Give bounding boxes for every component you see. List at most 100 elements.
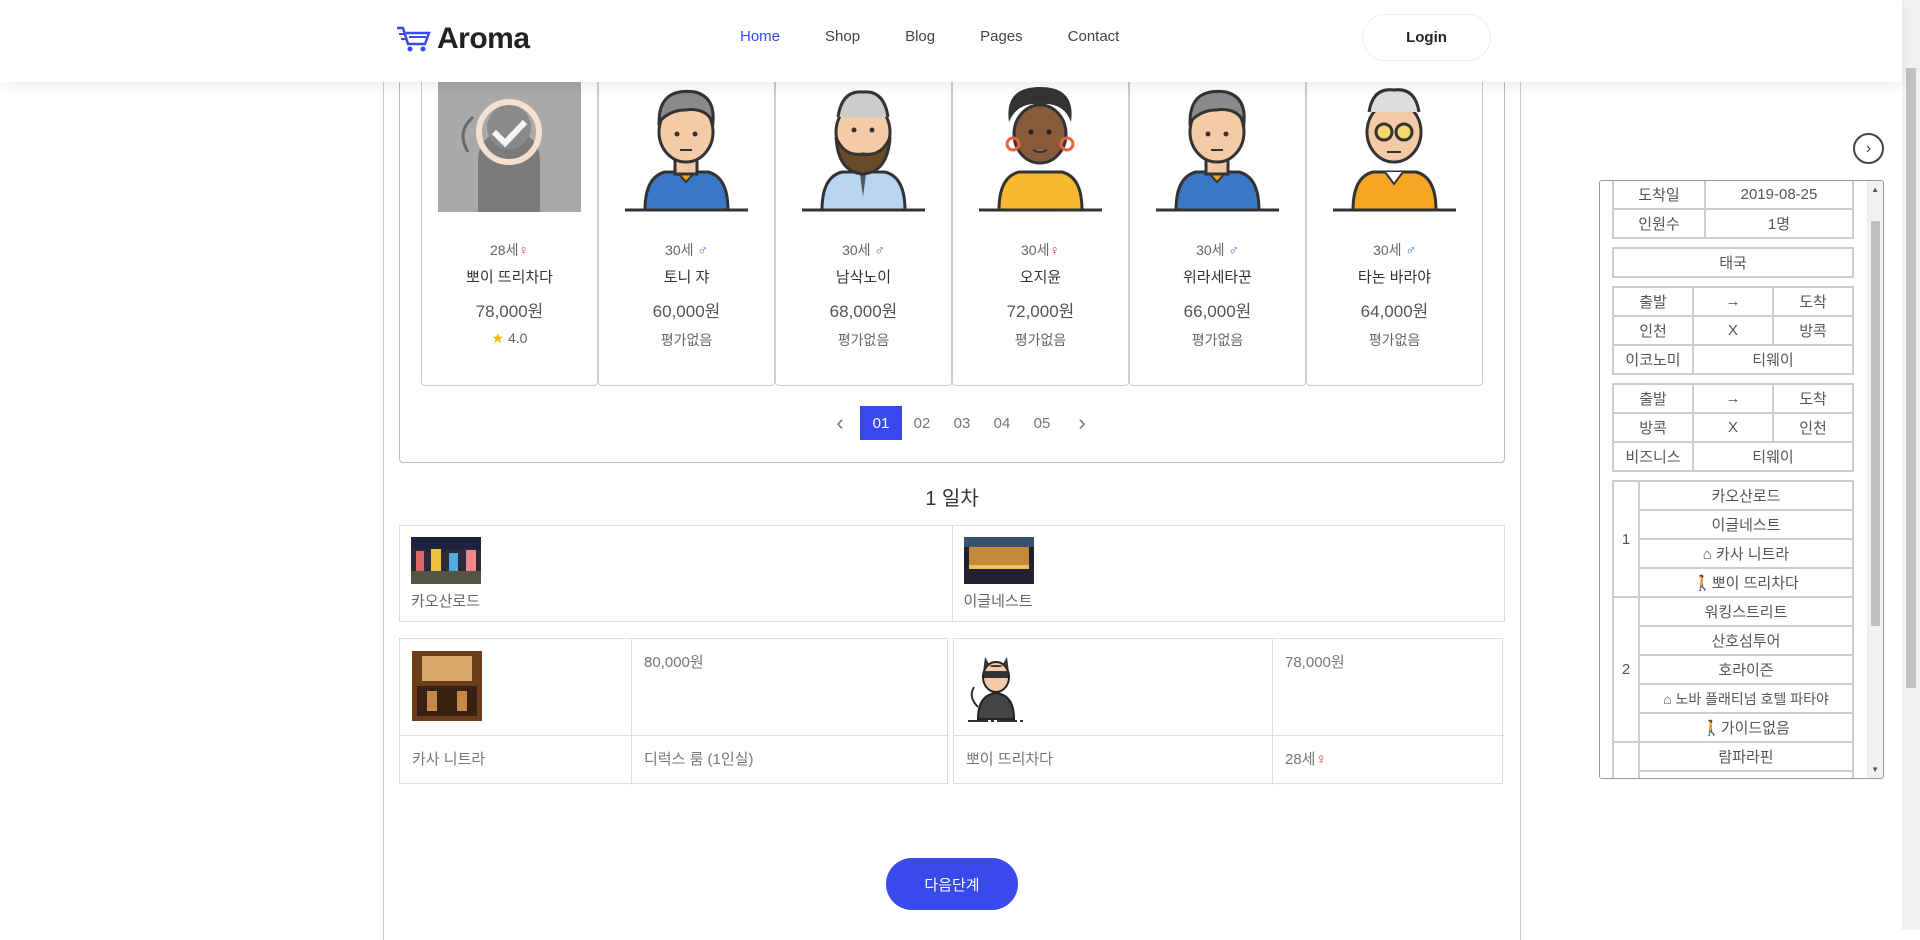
guide-booking-age: 28세♀ [1285, 751, 1327, 768]
guide-name: 토니 쟈 [663, 269, 710, 286]
place-item[interactable]: 이글네스트 [953, 526, 1505, 621]
guide-age: 30세♀ [1021, 242, 1060, 258]
itinerary-hotel: ⌂ 노바 플래티넘 호텔 파타야 [1638, 683, 1854, 714]
female-icon: ♀ [1049, 242, 1060, 258]
guide-avatar [1323, 82, 1466, 212]
nav-contact[interactable]: Contact [1068, 28, 1120, 45]
guide-card[interactable]: 28세♀ 뽀이 뜨리차다 78,000원 ★ 4.0 [421, 60, 598, 386]
guide-card[interactable]: 30세 ♂ 토니 쟈 60,000원 평가없음 [598, 60, 775, 386]
walking-icon: 🚶 [1702, 720, 1721, 737]
guide-avatar [615, 82, 758, 212]
trip-summary-content: 도착일 2019-08-25 인원수 1명 태국 출발 → 도착 인천 X 방콕 이코노미 티… [1612, 181, 1854, 778]
chevron-right-icon[interactable]: › [1853, 133, 1884, 164]
day-number [1612, 741, 1640, 778]
panel-scroll-thumb[interactable] [1871, 221, 1880, 626]
guide-card[interactable]: 30세♀ 오지윤 72,000원 평가없음 [952, 60, 1129, 386]
guide-booking-price: 78,000원 [1273, 639, 1504, 736]
flight-from: 인천 [1612, 315, 1694, 346]
scroll-down-icon[interactable]: ▼ [1871, 765, 1879, 774]
outbound-flight-table: 출발 → 도착 인천 X 방콕 이코노미 티웨이 [1612, 286, 1854, 375]
star-icon: ★ [491, 330, 505, 346]
main-nav: Home Shop Blog Pages Contact [740, 28, 1164, 45]
guide-rating: 평가없음 [1014, 332, 1067, 348]
male-icon: ♂ [697, 242, 708, 258]
prev-page-icon[interactable]: ‹ [820, 406, 860, 440]
itinerary-place: 이글네스트 [1638, 509, 1854, 540]
guide-card-list: 28세♀ 뽀이 뜨리차다 78,000원 ★ 4.0 30세 ♂ 토니 쟈 60… [421, 60, 1483, 386]
flight-arr-label: 도착 [1772, 383, 1854, 414]
country-value: 태국 [1612, 247, 1854, 278]
itinerary-hotel: ⌂ 카사 니트라 [1638, 538, 1854, 569]
itinerary-table: 1 카오산로드 이글네스트 ⌂ 카사 니트라 🚶뽀이 뜨리차다 2 워킹스트리트 산… [1612, 480, 1854, 778]
trip-summary-panel[interactable]: 도착일 2019-08-25 인원수 1명 태국 출발 → 도착 인천 X 방콕 이코노미 티… [1599, 180, 1884, 779]
guide-name: 뽀이 뜨리차다 [466, 269, 553, 286]
male-icon: ♂ [874, 242, 885, 258]
arrow-icon: → [1692, 383, 1774, 414]
nav-shop[interactable]: Shop [825, 28, 860, 45]
flight-class: 비즈니스 [1612, 441, 1694, 472]
hotel-room: 디럭스 룸 (1인실) [644, 751, 754, 768]
panel-scrollbar[interactable]: ▲ ▼ [1867, 181, 1883, 778]
pagination: ‹ 01 02 03 04 05 › [820, 406, 1102, 440]
page-04[interactable]: 04 [982, 406, 1022, 440]
nav-blog[interactable]: Blog [905, 28, 935, 45]
flight-airline: 티웨이 [1692, 441, 1854, 472]
guide-avatar [1146, 82, 1289, 212]
nav-home[interactable]: Home [740, 28, 780, 45]
page-scroll-thumb[interactable] [1906, 68, 1916, 688]
scroll-up-icon[interactable]: ▲ [1871, 185, 1879, 194]
guide-age: 30세 ♂ [1196, 242, 1239, 258]
page-01[interactable]: 01 [860, 406, 902, 440]
login-button[interactable]: Login [1362, 14, 1491, 61]
flight-from: 방콕 [1612, 412, 1694, 443]
hotel-price: 80,000원 [632, 639, 949, 736]
guide-avatar [969, 82, 1112, 212]
flight-class: 이코노미 [1612, 344, 1694, 375]
nav-pages[interactable]: Pages [980, 28, 1023, 45]
guide-price: 72,000원 [1006, 302, 1075, 321]
page-scrollbar[interactable] [1902, 0, 1920, 930]
flight-to: 방콕 [1772, 315, 1854, 346]
guide-avatar [438, 82, 581, 212]
guide-booking-name: 뽀이 뜨리차다 [954, 736, 1273, 785]
flight-arr-label: 도착 [1772, 286, 1854, 317]
next-page-icon[interactable]: › [1062, 406, 1102, 440]
guide-price: 64,000원 [1360, 302, 1429, 321]
trip-info-table: 도착일 2019-08-25 인원수 1명 [1612, 181, 1854, 239]
guide-name: 타논 바라야 [1357, 269, 1432, 286]
site-header: Aroma Home Shop Blog Pages Contact Login [0, 0, 1902, 82]
place-item[interactable]: 카오산로드 [400, 526, 953, 621]
flight-stop: X [1692, 412, 1774, 443]
logo[interactable]: Aroma [395, 22, 530, 56]
guide-age: 28세♀ [490, 242, 529, 258]
guide-card[interactable]: 30세 ♂ 남삭노이 68,000원 평가없음 [775, 60, 952, 386]
page-02[interactable]: 02 [902, 406, 942, 440]
guide-booking: 78,000원 뽀이 뜨리차다 28세♀ [953, 638, 1504, 785]
flight-to: 인천 [1772, 412, 1854, 443]
itinerary-guide: 🚶가이드없음 [1638, 712, 1854, 743]
guide-avatar [792, 82, 935, 212]
place-name: 카오산로드 [411, 593, 481, 610]
page-05[interactable]: 05 [1022, 406, 1062, 440]
day-title: 1 일차 [925, 488, 979, 510]
guide-card[interactable]: 30세 ♂ 위라세타꾼 66,000원 평가없음 [1129, 60, 1306, 386]
itinerary-guide: 🚶뽀이 뜨리차다 [1638, 567, 1854, 598]
guide-card[interactable]: 30세 ♂ 타논 바라야 64,000원 평가없음 [1306, 60, 1483, 386]
guide-rating: 평가없음 [837, 332, 890, 348]
female-icon: ♀ [1315, 751, 1327, 768]
place-thumbnail [411, 537, 481, 584]
guide-age: 30세 ♂ [1373, 242, 1416, 258]
page-03[interactable]: 03 [942, 406, 982, 440]
male-icon: ♂ [1405, 242, 1416, 258]
next-step-button[interactable]: 다음단계 [886, 858, 1018, 910]
hotel-name: 카사 니트라 [400, 736, 632, 785]
guide-rating: 평가없음 [1191, 332, 1244, 348]
flight-dep-label: 출발 [1612, 383, 1694, 414]
arrow-icon: → [1692, 286, 1774, 317]
return-flight-table: 출발 → 도착 방콕 X 인천 비즈니스 티웨이 [1612, 383, 1854, 472]
guide-thumbnail-cell [954, 639, 1273, 736]
flight-dep-label: 출발 [1612, 286, 1694, 317]
flight-airline: 티웨이 [1692, 344, 1854, 375]
hotel-thumbnail-cell [400, 639, 632, 736]
people-value: 1명 [1704, 208, 1854, 239]
